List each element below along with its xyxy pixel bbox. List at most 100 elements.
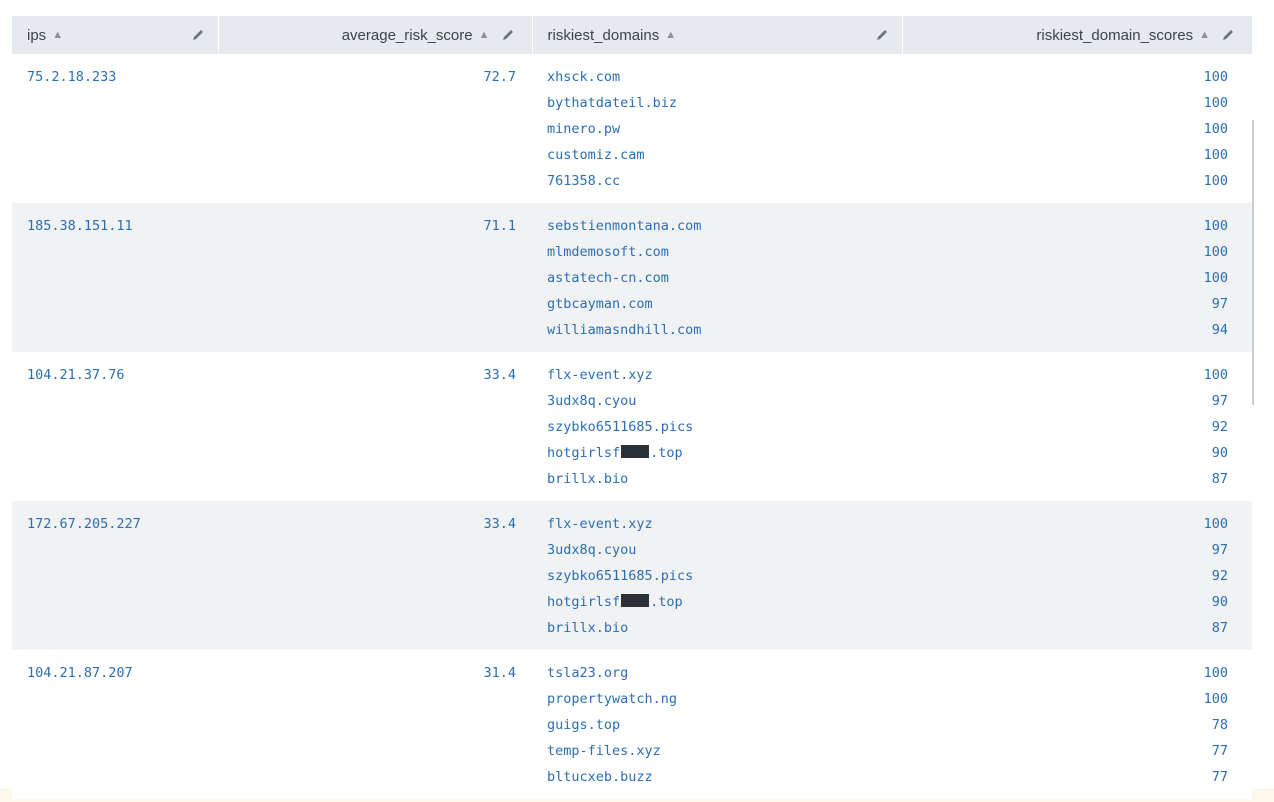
riskiest-domain-scores-cell: 100 100 100 97 94 (902, 203, 1252, 352)
domain-value[interactable]: hotgirlsf .top (547, 589, 902, 615)
ip-cell: 172.67.205.227 (12, 501, 218, 650)
average-risk-score-value[interactable]: 71.1 (218, 213, 516, 239)
domain-score-value[interactable]: 97 (902, 291, 1228, 317)
domain-score-value[interactable]: 78 (902, 712, 1228, 738)
domain-score-value[interactable]: 90 (902, 440, 1228, 466)
redaction-box (621, 445, 650, 458)
domain-value[interactable]: szybko6511685.pics (547, 414, 902, 440)
pencil-icon[interactable] (190, 27, 206, 43)
domain-score-value[interactable]: 97 (902, 388, 1228, 414)
domain-score-value[interactable]: 100 (902, 511, 1228, 537)
average-risk-score-cell: 71.1 (218, 203, 532, 352)
domain-value[interactable]: tsla23.org (547, 660, 902, 686)
domain-score-value[interactable]: 100 (902, 239, 1228, 265)
riskiest-domain-scores-cell: 100 97 92 90 87 (902, 352, 1252, 501)
riskiest-domains-cell: flx-event.xyz 3udx8q.cyou szybko6511685.pi… (532, 352, 902, 501)
average-risk-score-cell: 72.7 (218, 54, 532, 203)
average-risk-score-cell: 33.4 (218, 352, 532, 501)
ip-cell: 104.21.87.207 (12, 650, 218, 799)
domain-value[interactable]: temp-files.xyz (547, 738, 902, 764)
domain-value[interactable]: hotgirlsf .top (547, 440, 902, 466)
riskiest-domains-cell: tsla23.org propertywatch.ng guigs.top temp-… (532, 650, 902, 799)
domain-score-value[interactable]: 100 (902, 168, 1228, 194)
domain-score-value[interactable]: 100 (902, 142, 1228, 168)
domain-score-value[interactable]: 100 (902, 362, 1228, 388)
domain-value[interactable]: sebstienmontana.com (547, 213, 902, 239)
average-risk-score-value[interactable]: 33.4 (218, 362, 516, 388)
domain-score-value[interactable]: 92 (902, 414, 1228, 440)
ip-value[interactable]: 104.21.87.207 (27, 660, 218, 686)
domain-value[interactable]: 3udx8q.cyou (547, 388, 902, 414)
domain-value[interactable]: williamasndhill.com (547, 317, 902, 343)
domain-score-value[interactable]: 90 (902, 589, 1228, 615)
domain-value[interactable]: bythatdateil.biz (547, 90, 902, 116)
sort-icon[interactable]: ▲︎ (52, 29, 63, 41)
domain-value[interactable]: minero.pw (547, 116, 902, 142)
vertical-scrollbar[interactable] (1252, 120, 1254, 405)
average-risk-score-value[interactable]: 72.7 (218, 64, 516, 90)
domain-score-value[interactable]: 94 (902, 317, 1228, 343)
column-header-average-risk-score[interactable]: average_risk_score ▲︎ (218, 16, 533, 54)
domain-score-value[interactable]: 97 (902, 537, 1228, 563)
riskiest-domain-scores-cell: 100 97 92 90 87 (902, 501, 1252, 650)
table-row: 75.2.18.233 72.7 xhsck.com bythatdateil.biz… (12, 54, 1252, 203)
riskiest-domains-cell: sebstienmontana.com mlmdemosoft.com astate… (532, 203, 902, 352)
domain-value[interactable]: 3udx8q.cyou (547, 537, 902, 563)
pencil-icon[interactable] (500, 27, 516, 43)
domain-value[interactable]: szybko6511685.pics (547, 563, 902, 589)
domain-score-value[interactable]: 92 (902, 563, 1228, 589)
column-header-riskiest-domains[interactable]: riskiest_domains ▲︎ (532, 16, 903, 54)
table-row: 172.67.205.227 33.4 flx-event.xyz 3udx8q.cy… (12, 501, 1252, 650)
domain-prefix: hotgirlsf (547, 594, 621, 610)
domain-value[interactable]: mlmdemosoft.com (547, 239, 902, 265)
domain-value[interactable]: flx-event.xyz (547, 511, 902, 537)
domain-prefix: hotgirlsf (547, 445, 621, 461)
domain-score-value[interactable]: 100 (902, 90, 1228, 116)
ip-value[interactable]: 104.21.37.76 (27, 362, 218, 388)
domain-value[interactable]: guigs.top (547, 712, 902, 738)
pencil-icon[interactable] (1220, 27, 1236, 43)
ip-value[interactable]: 75.2.18.233 (27, 64, 218, 90)
domain-value[interactable]: customiz.cam (547, 142, 902, 168)
domain-score-value[interactable]: 87 (902, 615, 1228, 641)
ip-cell: 185.38.151.11 (12, 203, 218, 352)
average-risk-score-cell: 33.4 (218, 501, 532, 650)
pencil-icon[interactable] (874, 27, 890, 43)
domain-score-value[interactable]: 100 (902, 686, 1228, 712)
domain-value[interactable]: brillx.bio (547, 615, 902, 641)
domain-score-value[interactable]: 100 (902, 213, 1228, 239)
domain-score-value[interactable]: 100 (902, 116, 1228, 142)
column-header-riskiest-domain-scores[interactable]: riskiest_domain_scores ▲︎ (902, 16, 1252, 54)
domain-value[interactable]: propertywatch.ng (547, 686, 902, 712)
ip-value[interactable]: 172.67.205.227 (27, 511, 218, 537)
domain-value[interactable]: brillx.bio (547, 466, 902, 492)
table-row: 185.38.151.11 71.1 sebstienmontana.com mlmd… (12, 203, 1252, 352)
domain-suffix: .top (650, 445, 683, 461)
domain-score-value[interactable]: 77 (902, 764, 1228, 790)
domain-score-value[interactable]: 100 (902, 64, 1228, 90)
results-panel: ips ▲︎ average_risk_score ▲︎ riskiest_do… (0, 0, 1274, 799)
riskiest-domains-cell: xhsck.com bythatdateil.biz minero.pw custom… (532, 54, 902, 203)
ip-value[interactable]: 185.38.151.11 (27, 213, 218, 239)
sort-icon[interactable]: ▲︎ (479, 29, 490, 41)
domain-score-value[interactable]: 87 (902, 466, 1228, 492)
domain-score-value[interactable]: 77 (902, 738, 1228, 764)
column-header-label: average_risk_score (341, 26, 473, 44)
domain-score-value[interactable]: 100 (902, 660, 1228, 686)
column-header-ips[interactable]: ips ▲︎ (12, 16, 219, 54)
riskiest-domain-scores-cell: 100 100 78 77 77 (902, 650, 1252, 799)
redaction-box (621, 594, 650, 607)
domain-value[interactable]: flx-event.xyz (547, 362, 902, 388)
average-risk-score-value[interactable]: 31.4 (218, 660, 516, 686)
domain-value[interactable]: bltucxeb.buzz (547, 764, 902, 790)
riskiest-domains-cell: flx-event.xyz 3udx8q.cyou szybko6511685.pi… (532, 501, 902, 650)
domain-score-value[interactable]: 100 (902, 265, 1228, 291)
domain-value[interactable]: gtbcayman.com (547, 291, 902, 317)
domain-value[interactable]: 761358.cc (547, 168, 902, 194)
table-row: 104.21.37.76 33.4 flx-event.xyz 3udx8q.cyou… (12, 352, 1252, 501)
sort-icon[interactable]: ▲︎ (1199, 29, 1210, 41)
domain-value[interactable]: astatech-cn.com (547, 265, 902, 291)
average-risk-score-value[interactable]: 33.4 (218, 511, 516, 537)
domain-value[interactable]: xhsck.com (547, 64, 902, 90)
sort-icon[interactable]: ▲︎ (665, 29, 676, 41)
